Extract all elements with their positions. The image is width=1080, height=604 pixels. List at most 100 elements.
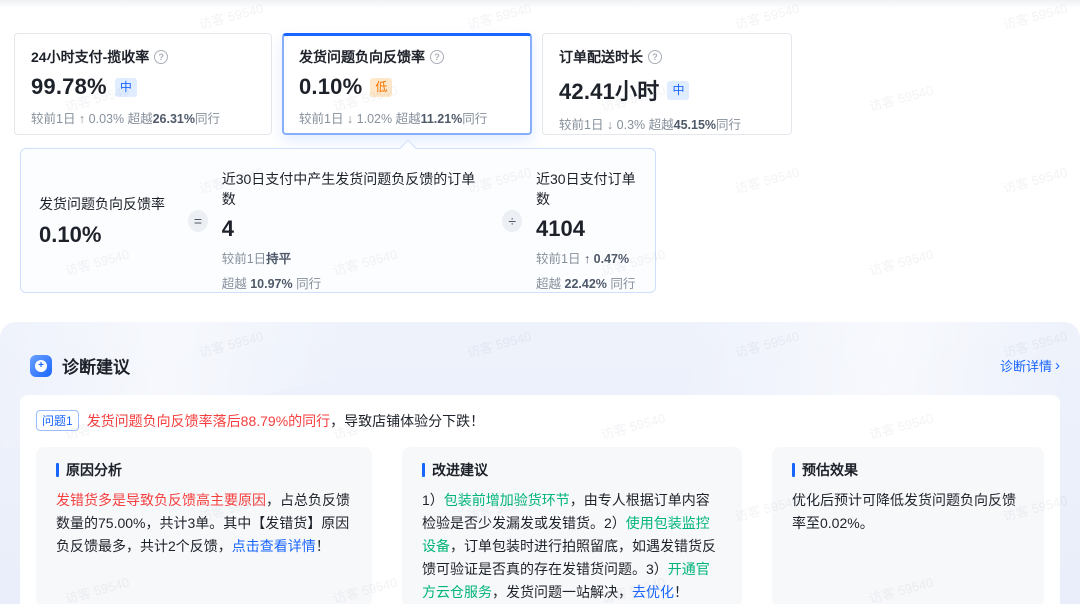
- trend-strong: ↑ 0.47%: [584, 252, 629, 266]
- formula-breakdown-card: 发货问题负向反馈率 0.10% = 近30日支付中产生发货问题负反馈的订单数 4…: [20, 148, 656, 293]
- formula-result: 发货问题负向反馈率 0.10%: [39, 194, 174, 248]
- metric-value: 42.41小时: [559, 74, 659, 106]
- stat-strong: 26.31%: [153, 112, 195, 126]
- metric-value: 0.10%: [299, 74, 362, 100]
- diagnosis-header: + 诊断建议 诊断详情 ›: [30, 353, 1060, 378]
- effect-header-label: 预估效果: [802, 460, 858, 480]
- metric-stat-line: 较前1日 ↓ 1.02% 超越11.21%同行: [299, 108, 515, 127]
- reason-analysis-card: 原因分析 发错货多是导致负反馈高主要原因，占总负反馈数量的75.00%，共计3单…: [36, 447, 372, 604]
- suggest-header: 改进建议: [422, 460, 722, 480]
- stat-lead: 较前1日 ↓ 1.02% 超越: [299, 112, 421, 126]
- help-icon[interactable]: ?: [430, 50, 444, 64]
- metric-cards-row: 24小时支付-揽收率 ? 99.78% 中 较前1日 ↑ 0.03% 超越26.…: [14, 33, 792, 135]
- header-bar: [422, 463, 425, 477]
- header-bar: [792, 463, 795, 477]
- exceed-strong: 10.97%: [250, 277, 292, 291]
- stat-lead: 较前1日 ↓ 0.3% 超越: [559, 118, 674, 132]
- reason-header: 原因分析: [56, 460, 352, 480]
- item-no: 2）: [604, 515, 626, 531]
- watermark-text: 访客 59540: [867, 80, 935, 115]
- estimated-effect-card: 预估效果 优化后预计可降低发货问题负向反馈率至0.02%。: [772, 447, 1044, 604]
- trend-lead: 较前1日: [536, 252, 584, 266]
- level-badge: 中: [667, 81, 689, 100]
- watermark-text: 访客 59540: [733, 162, 801, 197]
- metric-title: 订单配送时长: [559, 47, 643, 67]
- metric-card-title-row: 订单配送时长 ?: [559, 47, 775, 67]
- formula-result-value: 0.10%: [39, 222, 174, 248]
- stat-strong: 45.15%: [674, 118, 716, 132]
- diagnosis-body: 问题1 发货问题负向反馈率落后88.79%的同行 ，导致店铺体验分下跌！ 原因分…: [20, 395, 1060, 604]
- metric-value-row: 0.10% 低: [299, 74, 515, 100]
- denominator-exceed-line: 超越 22.42% 同行: [536, 273, 637, 292]
- diagnosis-panel: + 诊断建议 诊断详情 › 问题1 发货问题负向反馈率落后88.79%的同行 ，…: [0, 322, 1080, 604]
- divide-icon: ÷: [502, 210, 522, 232]
- problem-badge: 问题1: [36, 410, 79, 431]
- seller-dashboard-page: 24小时支付-揽收率 ? 99.78% 中 较前1日 ↑ 0.03% 超越26.…: [0, 0, 1080, 604]
- stat-tail: 同行: [462, 112, 487, 126]
- reason-text: 发错货多是导致负反馈高主要原因，占总负反馈数量的75.00%，共计3单。其中【发…: [56, 489, 352, 558]
- metric-value: 99.78%: [31, 74, 107, 100]
- metric-title: 24小时支付-揽收率: [31, 47, 149, 67]
- exceed-lead: 超越: [536, 277, 564, 291]
- effect-header: 预估效果: [792, 460, 1024, 480]
- diagnosis-columns: 原因分析 发错货多是导致负反馈高主要原因，占总负反馈数量的75.00%，共计3单…: [36, 447, 1044, 597]
- metric-value-row: 99.78% 中: [31, 74, 255, 100]
- denominator-value: 4104: [536, 216, 637, 242]
- formula-result-label: 发货问题负向反馈率: [39, 194, 174, 214]
- equals-icon: =: [188, 210, 208, 232]
- metric-card-shipping-feedback-rate[interactable]: 发货问题负向反馈率 ? 0.10% 低 较前1日 ↓ 1.02% 超越11.21…: [282, 33, 532, 135]
- problem-line: 问题1 发货问题负向反馈率落后88.79%的同行 ，导致店铺体验分下跌！: [36, 410, 1044, 431]
- diagnosis-detail-label: 诊断详情: [1000, 356, 1052, 375]
- exceed-tail: 同行: [293, 277, 321, 291]
- stat-tail: 同行: [716, 118, 741, 132]
- suggest-text: 1）包装前增加验货环节，由专人根据订单内容检验是否少发漏发或发错货。2）使用包装…: [422, 489, 722, 604]
- diagnosis-title: 诊断建议: [62, 353, 130, 378]
- effect-text: 优化后预计可降低发货问题负向反馈率至0.02%。: [792, 489, 1024, 535]
- diagnosis-detail-link[interactable]: 诊断详情 ›: [1000, 356, 1060, 375]
- help-icon[interactable]: ?: [154, 50, 168, 64]
- help-icon[interactable]: ?: [648, 50, 662, 64]
- suggest-header-label: 改进建议: [432, 460, 488, 480]
- stat-tail: 同行: [195, 112, 220, 126]
- problem-rest: ，导致店铺体验分下跌！: [330, 411, 484, 431]
- item-no: 1）: [422, 492, 444, 508]
- reason-suffix: ！: [316, 538, 330, 554]
- reason-header-label: 原因分析: [66, 460, 122, 480]
- denominator-trend-line: 较前1日 ↑ 0.47%: [536, 248, 637, 267]
- reason-highlight: 发错货多是导致负反馈高主要原因: [56, 492, 266, 508]
- watermark-text: 访客 59540: [867, 244, 935, 279]
- exceed-lead: 超越: [222, 277, 250, 291]
- plus-icon: +: [35, 360, 47, 372]
- metric-stat-line: 较前1日 ↓ 0.3% 超越45.15%同行: [559, 114, 775, 133]
- exceed-strong: 22.42%: [565, 277, 607, 291]
- formula-numerator: 近30日支付中产生发货问题负反馈的订单数 4 较前1日持平 超越 10.97% …: [222, 149, 489, 292]
- denominator-label: 近30日支付订单数: [536, 169, 637, 209]
- metric-card-title-row: 24小时支付-揽收率 ?: [31, 47, 255, 67]
- numerator-trend-line: 较前1日持平: [222, 248, 489, 267]
- numerator-label: 近30日支付中产生发货问题负反馈的订单数: [222, 169, 489, 209]
- metric-card-pickup-rate[interactable]: 24小时支付-揽收率 ? 99.78% 中 较前1日 ↑ 0.03% 超越26.…: [14, 33, 272, 135]
- formula-denominator: 近30日支付订单数 4104 较前1日 ↑ 0.47% 超越 22.42% 同行: [536, 149, 637, 292]
- stat-strong: 11.21%: [421, 112, 463, 126]
- metric-value-row: 42.41小时 中: [559, 74, 775, 106]
- metric-card-delivery-duration[interactable]: 订单配送时长 ? 42.41小时 中 较前1日 ↓ 0.3% 超越45.15%同…: [542, 33, 792, 135]
- metric-card-title-row: 发货问题负向反馈率 ?: [299, 47, 515, 67]
- level-badge: 低: [370, 78, 392, 97]
- exceed-tail: 同行: [607, 277, 635, 291]
- view-details-link[interactable]: 点击查看详情: [232, 538, 316, 554]
- numerator-value: 4: [222, 216, 489, 242]
- suggest-link-inspection[interactable]: 包装前增加验货环节: [444, 492, 570, 508]
- level-badge: 中: [115, 78, 137, 97]
- header-bar: [56, 463, 59, 477]
- medical-kit-icon: +: [30, 355, 52, 377]
- item-no: 3）: [646, 561, 668, 577]
- trend-lead: 较前1日: [222, 252, 266, 266]
- watermark-text: 访客 59540: [1001, 162, 1069, 197]
- item-suffix: ！: [674, 584, 688, 600]
- stat-lead: 较前1日 ↑ 0.03% 超越: [31, 112, 153, 126]
- optimize-link[interactable]: 去优化: [632, 584, 674, 600]
- metric-stat-line: 较前1日 ↑ 0.03% 超越26.31%同行: [31, 108, 255, 127]
- metric-title: 发货问题负向反馈率: [299, 47, 425, 67]
- top-shadow: [0, 0, 1080, 8]
- problem-highlight: 发货问题负向反馈率落后88.79%的同行: [87, 411, 330, 431]
